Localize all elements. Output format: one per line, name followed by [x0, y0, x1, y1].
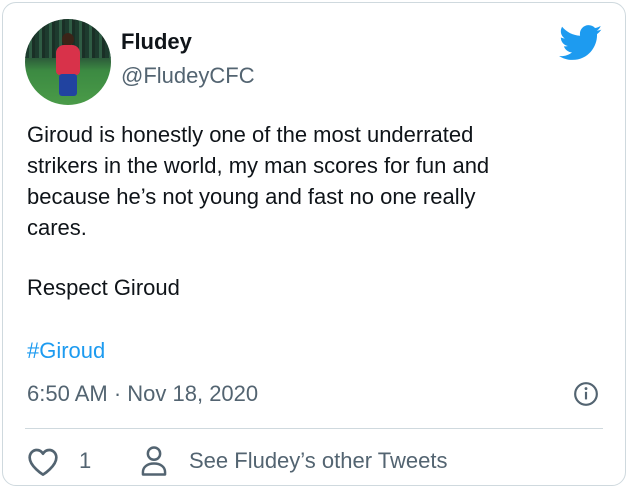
divider [25, 428, 603, 429]
info-icon[interactable] [573, 381, 599, 407]
tweet-text: Giroud is honestly one of the most under… [27, 119, 607, 243]
avatar-player-body [56, 45, 80, 75]
avatar[interactable] [25, 19, 111, 105]
tweet-text-line: strikers in the world, my man scores for… [27, 153, 490, 178]
author-name[interactable]: Fludey [121, 29, 192, 55]
hashtag-link[interactable]: #Giroud [27, 338, 105, 364]
tweet-text-line: Giroud is honestly one of the most under… [27, 122, 474, 147]
like-count[interactable]: 1 [79, 448, 91, 474]
tweet-timestamp[interactable]: 6:50 AM · Nov 18, 2020 [27, 381, 258, 407]
see-other-tweets-link[interactable]: See Fludey’s other Tweets [189, 448, 447, 474]
tweet-text-respect: Respect Giroud [27, 275, 180, 300]
avatar-player-legs [59, 74, 77, 96]
person-icon[interactable] [139, 445, 169, 477]
tweet-text-line: cares. [27, 215, 87, 240]
tweet-card: Fludey @FludeyCFC Giroud is honestly one… [2, 2, 626, 486]
tweet-text-line: because he’s not young and fast no one r… [27, 184, 476, 209]
author-handle[interactable]: @FludeyCFC [121, 63, 255, 89]
twitter-bird-icon[interactable] [559, 25, 603, 61]
heart-icon[interactable] [27, 447, 59, 477]
